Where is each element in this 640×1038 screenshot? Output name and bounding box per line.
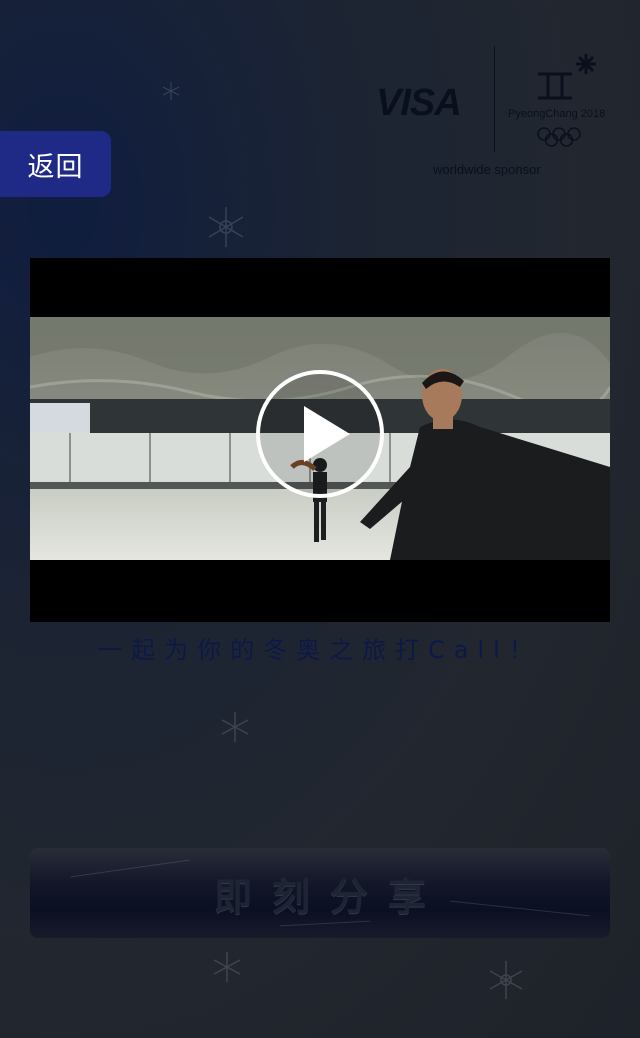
event-name: PyeongChang 2018 (508, 108, 606, 120)
snowflake-icon (162, 82, 180, 100)
decorative-scratch (70, 859, 190, 878)
back-button[interactable]: 返回 (0, 131, 111, 197)
visa-logo: VISA (376, 82, 462, 124)
decorative-scratch (280, 920, 370, 927)
sponsor-caption: worldwide sponsor (433, 162, 541, 177)
olympic-rings-icon (537, 127, 581, 147)
video-player[interactable] (30, 258, 610, 622)
snowflake-icon (208, 207, 244, 247)
play-icon[interactable] (254, 368, 386, 500)
share-button-label: 即刻分享 (213, 874, 446, 919)
share-now-button[interactable]: 即刻分享 (30, 848, 610, 938)
snowflake-icon (213, 952, 241, 982)
slogan-text: 一起为你的冬奥之旅打Call！ (98, 636, 542, 664)
decorative-scratch (450, 900, 590, 917)
pyeongchang-emblem-icon (538, 54, 596, 100)
page: 返回 VISA PyeongChang 2018 worldwide spons… (0, 0, 640, 1038)
sponsor-logo-block: VISA PyeongChang 2018 worldwide sponsor (376, 42, 616, 182)
sponsor-divider (494, 46, 495, 152)
snowflake-icon (221, 712, 249, 742)
snowflake-icon (489, 961, 523, 999)
